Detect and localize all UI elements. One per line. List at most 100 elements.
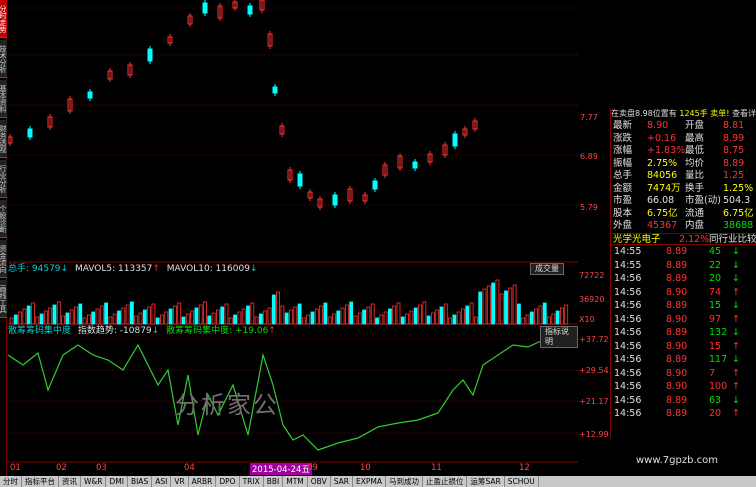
bottom-tab[interactable]: DPO <box>216 476 240 487</box>
stat-label: 均价 <box>685 157 705 169</box>
stat-value: 1.25 <box>723 170 745 181</box>
volume-bar <box>276 291 281 325</box>
volume-bar <box>82 317 87 325</box>
bottom-tab[interactable]: MTM <box>283 476 308 487</box>
bottom-tab[interactable]: 指标平台 <box>22 476 59 487</box>
bottom-tab[interactable]: ASI <box>152 476 172 487</box>
candle-body <box>247 5 253 15</box>
bottom-tab[interactable]: 运筹SAR <box>467 476 505 487</box>
volume-bar <box>241 308 246 325</box>
tick-time: 14:56 <box>614 381 642 392</box>
tick-volume: 15 <box>709 300 722 311</box>
tick-volume: 22 <box>709 259 722 271</box>
stat-value: 45367 <box>647 220 678 231</box>
tick-time: 14:56 <box>614 408 642 419</box>
tick-time: 14:56 <box>614 394 642 406</box>
bottom-tab[interactable]: 分时 <box>0 476 22 487</box>
date-label: 10 <box>360 463 371 473</box>
order-alert-detail-link[interactable]: 查看详细 <box>732 109 756 118</box>
total-volume: 总手: 94579 <box>8 264 61 274</box>
price-marker: 7.77 <box>580 113 598 122</box>
tick-direction: ↑ <box>732 340 740 352</box>
tick-time: 14:56 <box>614 313 642 325</box>
bottom-tab[interactable]: 止盈止损位 <box>423 476 468 487</box>
volume-bar <box>409 310 414 325</box>
volume-bar <box>439 306 444 325</box>
sector-row[interactable]: 光学光电子 2.12% 同行业比较 <box>611 232 756 245</box>
candle-body <box>372 180 378 190</box>
bottom-tab[interactable]: 马到成功 <box>386 476 423 487</box>
volume-bar <box>26 305 31 325</box>
left-tab[interactable]: 画线工具 <box>0 280 7 318</box>
bottom-tab[interactable]: VR <box>171 476 189 487</box>
bottom-tab[interactable]: W&R <box>81 476 107 487</box>
volume-bar <box>168 308 173 325</box>
indicator-help-button[interactable]: 指标说明 <box>540 326 578 348</box>
volume-bar <box>87 314 91 325</box>
bottom-tab[interactable]: SCHOU <box>505 476 539 487</box>
volume-bar <box>134 315 139 325</box>
tick-row: 14:56 8.90 7 ↑ <box>611 367 756 381</box>
bottom-tab[interactable]: OBV <box>308 476 331 487</box>
candlestick-chart[interactable] <box>7 0 578 263</box>
volume-bar <box>478 291 483 325</box>
bottom-tab[interactable]: DMI <box>106 476 128 487</box>
stat-label: 换手 <box>685 182 705 194</box>
date-label: 04 <box>184 463 195 473</box>
bottom-tab[interactable]: SAR <box>331 476 353 487</box>
volume-bar <box>392 305 397 325</box>
bottom-tab[interactable]: BBI <box>264 476 284 487</box>
tick-price: 8.90 <box>666 313 688 325</box>
stat-value: 8.81 <box>723 120 745 131</box>
left-tab[interactable]: 个股诊断 <box>0 200 7 238</box>
volume-bar <box>473 316 478 325</box>
order-alert-bar[interactable]: 在卖盘8.98位置有 1245手 卖单! 查看详细 <box>611 108 756 120</box>
stat-value: 7474万 <box>647 182 681 194</box>
stat-label: 最高 <box>685 132 705 144</box>
stat-value: 8.75 <box>723 145 745 156</box>
y-label-upper: 6.89 <box>580 152 598 161</box>
concentration-value: 散筹筹码集中度: +19.06 <box>166 326 269 336</box>
left-tab[interactable]: 技术分析 <box>0 40 7 78</box>
stat-value: 2.75% <box>647 157 678 169</box>
volume-bar <box>121 307 126 325</box>
quote-stat-row: 股本 6.75亿 流通 6.75亿 <box>611 208 756 221</box>
volume-panel[interactable]: 总手: 94579↓ MAVOL5: 113357↑ MAVOL10: 1160… <box>8 263 578 325</box>
tick-volume: 132 <box>709 327 728 338</box>
volume-bar <box>48 307 53 325</box>
trend-value: 指数趋势: -10879 <box>77 326 152 336</box>
indicator-panel[interactable]: 散筹筹码集中度 指数趋势: -10879↓ 散筹筹码集中度: +19.06↑ 指… <box>7 325 578 463</box>
tick-time: 14:56 <box>614 367 642 379</box>
bottom-tab[interactable]: EXPMA <box>353 476 386 487</box>
left-tab[interactable]: 财务透视 <box>0 120 7 158</box>
tick-time: 14:55 <box>614 246 642 257</box>
volume-bar <box>13 314 18 325</box>
bottom-tab[interactable]: ARBR <box>189 476 217 487</box>
candle-body <box>202 2 208 14</box>
volume-bar <box>525 314 530 325</box>
volume-bar <box>332 313 336 325</box>
volume-type-button[interactable]: 成交量 <box>530 263 564 275</box>
bottom-tab[interactable]: TRIX <box>240 476 264 487</box>
tick-row: 14:56 8.90 97 ↑ <box>611 313 756 327</box>
bottom-tab[interactable]: BIAS <box>128 476 153 487</box>
quote-stat-row: 外盘 45367 内盘 38688 <box>611 220 756 233</box>
stat-value: +1.83% <box>647 145 686 156</box>
left-tab[interactable]: 资金流向 <box>0 240 7 278</box>
candle-body <box>272 86 278 94</box>
left-tab[interactable]: 行业分析 <box>0 160 7 198</box>
volume-bar <box>448 317 453 325</box>
tick-direction: ↑ <box>732 367 740 379</box>
tick-volume: 74 <box>709 286 722 298</box>
volume-bar <box>228 317 233 325</box>
volume-bar <box>465 305 470 325</box>
left-tab[interactable]: 基本资料 <box>0 80 7 118</box>
bottom-tab[interactable]: 资讯 <box>59 476 81 487</box>
volume-bar <box>534 308 538 325</box>
volume-bar <box>499 293 504 325</box>
left-tab[interactable]: 分时走势 <box>0 0 7 38</box>
volume-bar <box>151 303 156 325</box>
volume-bar <box>267 307 272 325</box>
indicator-header: 散筹筹码集中度 指数趋势: -10879↓ 散筹筹码集中度: +19.06↑ <box>8 325 280 337</box>
volume-bar <box>491 282 496 325</box>
